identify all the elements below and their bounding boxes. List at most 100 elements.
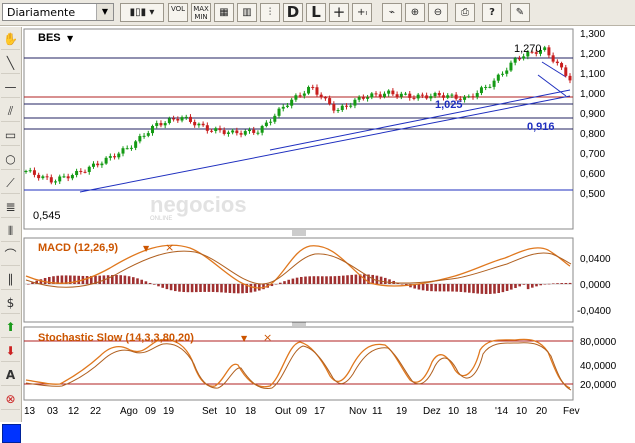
macd-bar (552, 283, 555, 284)
candle-body (218, 128, 222, 131)
macd-bar (455, 284, 458, 292)
candle-body (399, 93, 403, 97)
candle-body (353, 99, 357, 106)
x-tick-label: '14 (495, 406, 508, 417)
candle-body (91, 163, 95, 167)
candle-body (66, 176, 70, 179)
candle-body (429, 96, 433, 99)
candle-body (41, 176, 45, 179)
x-tick-label: 10 (225, 406, 237, 417)
candle-body (28, 170, 32, 172)
candle-body (239, 133, 243, 135)
macd-bar (505, 284, 509, 291)
candle-body (387, 90, 391, 94)
watermark: negocios (150, 192, 247, 217)
candle-body (328, 98, 332, 105)
color-picker[interactable] (2, 424, 21, 443)
candle-body (484, 86, 488, 88)
candle-body (555, 61, 559, 64)
macd-bar (350, 274, 353, 284)
high-annotation: 1,270 (514, 43, 542, 55)
x-tick-label: 10 (448, 406, 460, 417)
price-y-tick: 1,100 (580, 69, 605, 80)
x-tick-label: 22 (90, 406, 102, 417)
macd-bar (497, 284, 500, 294)
macd-bar (165, 284, 169, 290)
x-tick-label: 11 (372, 406, 383, 417)
stoch-title: Stochastic Slow (14,3,3,80,20) (38, 332, 194, 344)
candle-body (197, 123, 201, 126)
macd-bar (451, 284, 454, 292)
macd-bar (283, 281, 286, 284)
macd-bar (174, 284, 177, 292)
candle-body (285, 105, 289, 107)
x-tick-label: 09 (145, 406, 157, 417)
candle-body (450, 94, 454, 96)
candle-body (475, 93, 479, 98)
candle-body (75, 170, 79, 176)
macd-bar (279, 282, 282, 284)
candle-body (370, 93, 374, 98)
macd-bar (539, 284, 542, 286)
candle-body (155, 123, 159, 126)
candle-body (264, 122, 268, 127)
candle-body (564, 67, 568, 76)
candle-body (273, 115, 277, 122)
candle-body (560, 63, 564, 68)
macd-y-tick: 0,0400 (580, 254, 611, 265)
stoch-y-tick: 80,0000 (580, 337, 617, 348)
candle-body (357, 97, 361, 100)
macd-y-tick: -0,0400 (577, 306, 611, 317)
x-tick-label: 18 (466, 406, 478, 417)
macd-title: MACD (12,26,9) (38, 242, 118, 254)
candle-body (62, 176, 66, 178)
macd-bar (426, 284, 429, 291)
candle-body (96, 163, 100, 166)
candle-body (121, 148, 125, 154)
macd-y-axis: 0,0400 0,0000 -0,0400 (577, 254, 611, 317)
macd-bar (484, 284, 488, 295)
candle-body (349, 105, 353, 107)
candle-body (159, 123, 163, 126)
macd-close-icon[interactable]: × (165, 241, 174, 254)
macd-bar (518, 284, 521, 287)
stoch-close-icon[interactable]: × (263, 331, 272, 344)
candle-body (87, 166, 91, 172)
stoch-menu-icon[interactable]: ▼ (241, 334, 248, 343)
macd-bar (337, 275, 341, 284)
candle-body (260, 126, 264, 133)
x-tick-label: Dez (423, 406, 441, 417)
macd-bar (333, 276, 337, 284)
candle-body (79, 170, 83, 172)
candle-body (433, 93, 437, 97)
candle-body (142, 135, 146, 137)
candle-body (193, 121, 197, 126)
macd-bar (237, 284, 240, 294)
candle-body (446, 95, 450, 98)
macd-bar (312, 276, 316, 284)
macd-bar (300, 276, 303, 284)
candle-body (188, 116, 192, 122)
macd-bar (258, 284, 261, 291)
macd-bar (106, 275, 110, 284)
macd-bar (115, 275, 118, 284)
candle-body (235, 130, 239, 134)
macd-bar (447, 284, 450, 292)
macd-bar (556, 283, 559, 284)
candle-body (226, 132, 230, 134)
macd-bar (287, 279, 290, 284)
x-tick-label: 17 (314, 406, 326, 417)
macd-bar (27, 284, 30, 285)
macd-bar (291, 278, 295, 284)
candle-body (222, 130, 226, 134)
candle-body (176, 118, 180, 121)
candle-body (129, 147, 133, 149)
candle-body (522, 56, 526, 59)
candle-body (201, 123, 205, 126)
macd-menu-icon[interactable]: ▼ (143, 244, 150, 253)
macd-bar (169, 284, 173, 291)
chevron-down-icon[interactable]: ▼ (67, 34, 74, 43)
price-y-tick: 0,900 (580, 109, 605, 120)
macd-bar (207, 284, 211, 292)
macd-bar (560, 283, 563, 284)
